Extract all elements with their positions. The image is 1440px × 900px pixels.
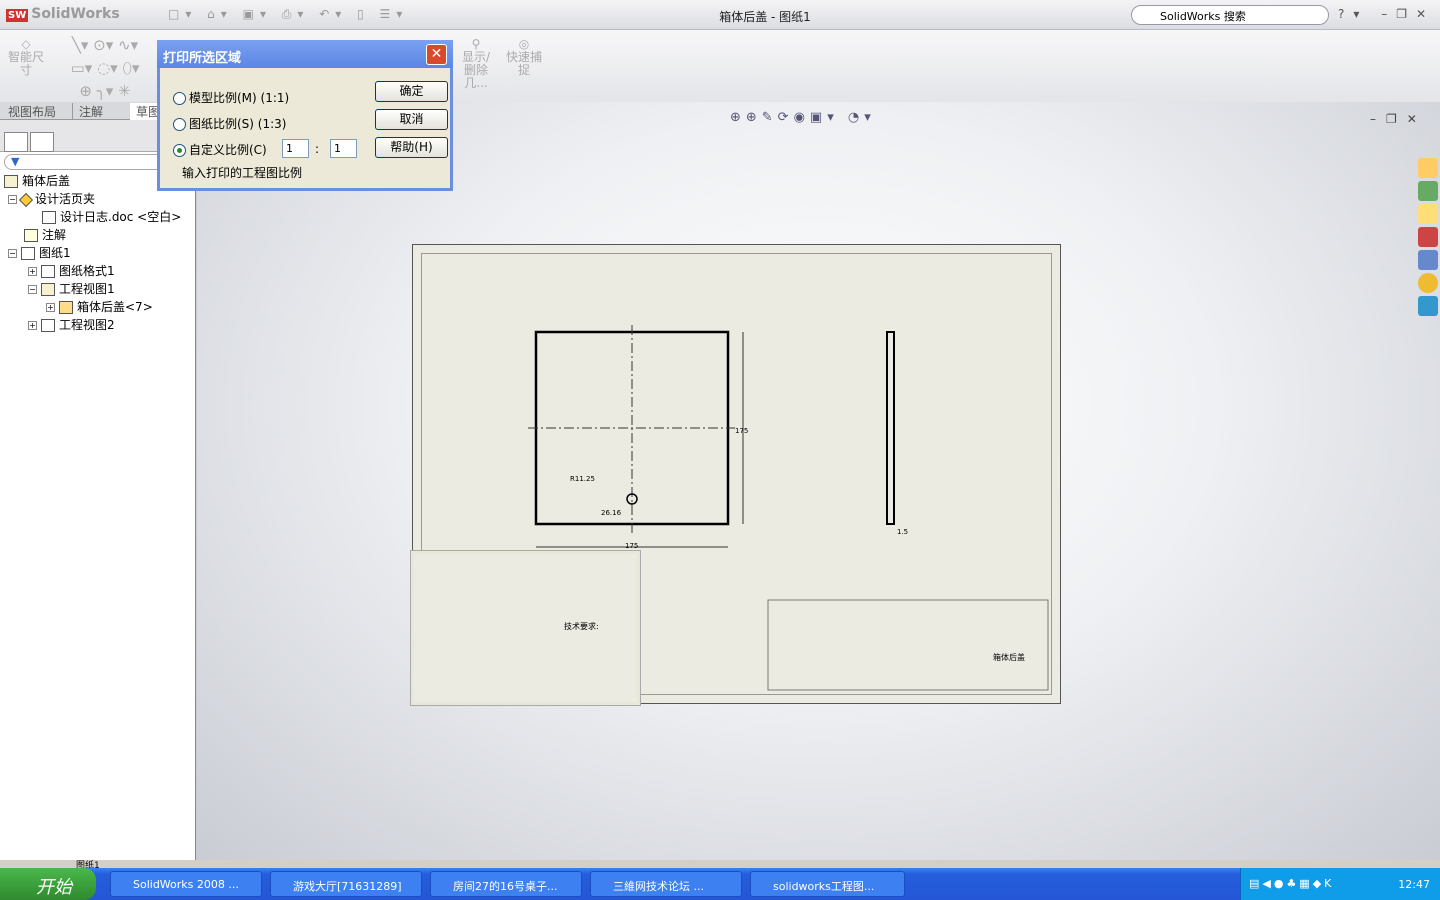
system-tray: ▤◀●♣▦◆K 12:47 — [1240, 868, 1440, 900]
smart-dim-label: 智能尺寸 — [8, 50, 45, 77]
tree-item-view2[interactable]: + 工程视图2 — [0, 316, 195, 334]
dim-small: 26.16 — [601, 509, 622, 517]
drawing-view-icon — [41, 319, 55, 332]
heads-up-view-toolbar[interactable]: ⊕⊕✎⟳◉▣▾ ◔▾ — [730, 110, 876, 125]
tree-label: 工程视图1 — [59, 282, 115, 296]
title-block — [767, 599, 1049, 691]
dim-height: 175 — [735, 427, 748, 435]
tree-label: 设计日志.doc <空白> — [60, 210, 182, 224]
drawing-view-icon — [41, 283, 55, 296]
home-icon[interactable] — [1418, 158, 1438, 178]
hint-text: 输入打印的工程图比例 — [182, 166, 303, 180]
dialog-title: 打印所选区域 — [157, 40, 453, 68]
clock: 12:47 — [1398, 878, 1430, 891]
tree-item-binder[interactable]: − 设计活页夹 — [0, 190, 195, 208]
dim-thickness: 1.5 — [897, 528, 908, 536]
tree-item-view1[interactable]: − 工程视图1 — [0, 280, 195, 298]
document-window-controls[interactable]: –❐✕ — [1370, 112, 1427, 126]
tab-view-layout[interactable]: 视图布局 — [2, 103, 62, 120]
start-button[interactable]: 开始 — [0, 868, 96, 900]
print-selection-dialog: 打印所选区域 ✕ 模型比例(M) (1:1) 图纸比例(S) (1:3) 自定义… — [157, 40, 453, 191]
feature-manager: ▼ 箱体后盖 − 设计活页夹 设计日志.doc <空白> 注解 − 图纸1 + 图纸格… — [0, 120, 196, 860]
tree-label: 设计活页夹 — [35, 192, 96, 206]
close-button[interactable]: ✕ — [426, 44, 447, 65]
task-room[interactable]: 房间27的16号桌子... — [430, 871, 582, 897]
tree-item-sheet[interactable]: − 图纸1 — [0, 244, 195, 262]
feature-tree-tab[interactable] — [4, 132, 28, 152]
scale-numerator-input[interactable]: 1 — [282, 139, 309, 158]
drawing-icon — [4, 175, 18, 188]
tree-item-sheet-format[interactable]: + 图纸格式1 — [0, 262, 195, 280]
radio-label: 模型比例(M) (1:1) — [189, 91, 290, 105]
part-icon — [59, 301, 73, 314]
task-browser[interactable]: solidworks工程图... — [750, 871, 905, 897]
part-name: 箱体后盖 — [993, 652, 1025, 662]
task-game-hall[interactable]: 游戏大厅[71631289] — [270, 871, 422, 897]
print-selection-box[interactable]: 技术要求: — [411, 551, 640, 705]
show-delete-relations-button[interactable]: ⚲ 显示/删除几... — [456, 38, 496, 90]
taskbar: 开始 SolidWorks 2008 ... 游戏大厅[71631289] 房间… — [0, 868, 1440, 900]
smart-dimension-button[interactable]: ◇ 智能尺寸 — [8, 38, 44, 77]
3d-content-icon[interactable] — [1418, 296, 1438, 316]
title-bar: SW SolidWorks □▾ ⌂▾ ▣▾ ⎙▾ ↶▾ ▯ ☰▾ 箱体后盖 - … — [0, 0, 1440, 30]
tips-icon[interactable] — [1418, 273, 1438, 293]
model-scale-radio[interactable]: 模型比例(M) (1:1) — [173, 89, 289, 106]
quick-snaps-button[interactable]: ◎ 快速捕捉 — [504, 38, 544, 77]
tree-label: 箱体后盖<7> — [77, 300, 153, 314]
task-forum[interactable]: 三維网技术论坛 ... — [590, 871, 742, 897]
sheet-tab-bar: 图纸1 — [0, 860, 1440, 871]
scale-colon: : — [315, 142, 320, 156]
tree-label: 图纸1 — [39, 246, 71, 260]
scale-denominator-input[interactable]: 1 — [330, 139, 357, 158]
task-pane — [1416, 155, 1440, 319]
tree-item-annotations[interactable]: 注解 — [0, 226, 195, 244]
tree-label: 工程视图2 — [59, 318, 115, 332]
folder-icon[interactable] — [1418, 204, 1438, 224]
task-solidworks[interactable]: SolidWorks 2008 ... — [110, 871, 262, 897]
ok-button[interactable]: 确定 — [375, 81, 448, 102]
side-view-outline — [886, 331, 895, 525]
radio-label: 图纸比例(S) (1:3) — [189, 117, 287, 131]
search-input[interactable]: SolidWorks 搜索 — [1131, 5, 1329, 25]
dim-radius: R11.25 — [570, 475, 595, 483]
tree-label: 注解 — [42, 228, 67, 242]
sheet-icon — [21, 247, 35, 260]
custom-scale-radio[interactable]: 自定义比例(C) — [173, 141, 267, 158]
tree-item-part[interactable]: + 箱体后盖<7> — [0, 298, 195, 316]
show-delete-label: 显示/删除几... — [461, 50, 491, 90]
appearance-icon[interactable] — [1418, 227, 1438, 247]
radio-label: 自定义比例(C) — [189, 143, 267, 157]
help-button[interactable]: 帮助(H) — [375, 137, 448, 158]
tree-label: 箱体后盖 — [22, 174, 71, 188]
word-doc-icon — [42, 211, 56, 224]
tree-item-log[interactable]: 设计日志.doc <空白> — [0, 208, 195, 226]
properties-icon[interactable] — [1418, 250, 1438, 270]
technical-requirements: 技术要求: — [564, 622, 599, 631]
feature-tree: 箱体后盖 − 设计活页夹 设计日志.doc <空白> 注解 − 图纸1 + 图纸格式1… — [0, 172, 195, 334]
quick-snap-label: 快速捕捉 — [505, 50, 542, 77]
sheet-scale-radio[interactable]: 图纸比例(S) (1:3) — [173, 115, 286, 132]
binder-icon — [18, 192, 34, 207]
tab-annotation[interactable]: 注解 — [72, 103, 109, 120]
window-controls[interactable]: ?▾ –❐✕ — [1338, 7, 1435, 21]
cancel-button[interactable]: 取消 — [375, 109, 448, 130]
sheet-format-icon — [41, 265, 55, 278]
dim-width: 175 — [625, 542, 638, 550]
tree-label: 图纸格式1 — [59, 264, 115, 278]
sketch-tools[interactable]: ╲▾ ⊙▾ ∿▾ ▭▾ ◌▾ ⬯▾ ⊕ ╮▾ ✳ — [55, 34, 155, 103]
property-tab[interactable] — [30, 132, 54, 152]
library-icon[interactable] — [1418, 181, 1438, 201]
tray-icons[interactable]: ▤◀●♣▦◆K — [1249, 877, 1334, 890]
annotation-icon — [24, 229, 38, 242]
